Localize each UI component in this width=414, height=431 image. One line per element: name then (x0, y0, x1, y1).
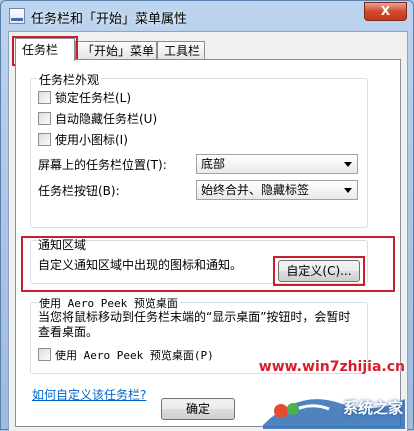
aero-peek-label: 使用 Aero Peek 预览桌面(P) (55, 349, 214, 362)
auto-hide-checkbox[interactable] (38, 112, 51, 125)
small-icons-checkbox[interactable] (38, 133, 51, 146)
close-button[interactable]: X (364, 2, 407, 21)
auto-hide-option[interactable]: 自动隐藏任务栏(U) (38, 110, 157, 128)
chevron-down-icon (344, 188, 352, 193)
watermark-brand: 系统之家 (342, 399, 403, 417)
position-value: 底部 (201, 157, 226, 171)
buttons-dropdown[interactable]: 始终合并、隐藏标签 (196, 180, 358, 200)
window-title: 任务栏和「开始」菜单属性 (31, 12, 188, 27)
aero-peek-checkbox[interactable] (38, 348, 51, 361)
buttons-value: 始终合并、隐藏标签 (201, 183, 310, 197)
site-watermark: www.win7zhijia.cn 系统之家 (259, 359, 409, 429)
lock-taskbar-option[interactable]: 锁定任务栏(L) (38, 89, 131, 107)
help-link[interactable]: 如何自定义该任务栏? (32, 386, 146, 403)
tab-toolbars[interactable]: 工具栏 (157, 41, 205, 60)
tab-start-menu[interactable]: 「开始」菜单 (75, 41, 157, 60)
watermark-url: www.win7zhijia.cn (258, 359, 405, 375)
lock-taskbar-label: 锁定任务栏(L) (55, 91, 132, 105)
ok-button[interactable]: 确定 (161, 398, 235, 420)
chevron-down-icon (344, 162, 352, 167)
appearance-group-title: 任务栏外观 (37, 71, 102, 88)
auto-hide-label: 自动隐藏任务栏(U) (55, 112, 158, 126)
title-bar[interactable]: 任务栏和「开始」菜单属性 X (1, 1, 413, 31)
customize-highlight-box (273, 256, 365, 286)
lock-taskbar-checkbox[interactable] (38, 91, 51, 104)
taskbar-app-icon (9, 8, 25, 24)
small-icons-label: 使用小图标(I) (55, 133, 128, 147)
small-icons-option[interactable]: 使用小图标(I) (38, 131, 128, 149)
position-label: 屏幕上的任务栏位置(T): (38, 158, 167, 172)
buttons-label: 任务栏按钮(B): (38, 184, 120, 198)
tab-taskbar[interactable]: 任务栏 (15, 38, 75, 61)
position-dropdown[interactable]: 底部 (196, 154, 358, 174)
dialog-window: 任务栏和「开始」菜单属性 X 任务栏 「开始」菜单 工具栏 任务栏外观 锁定任务… (0, 0, 414, 431)
aero-peek-option[interactable]: 使用 Aero Peek 预览桌面(P) (38, 346, 214, 364)
aero-peek-description-2: 查看桌面。 (38, 325, 99, 339)
